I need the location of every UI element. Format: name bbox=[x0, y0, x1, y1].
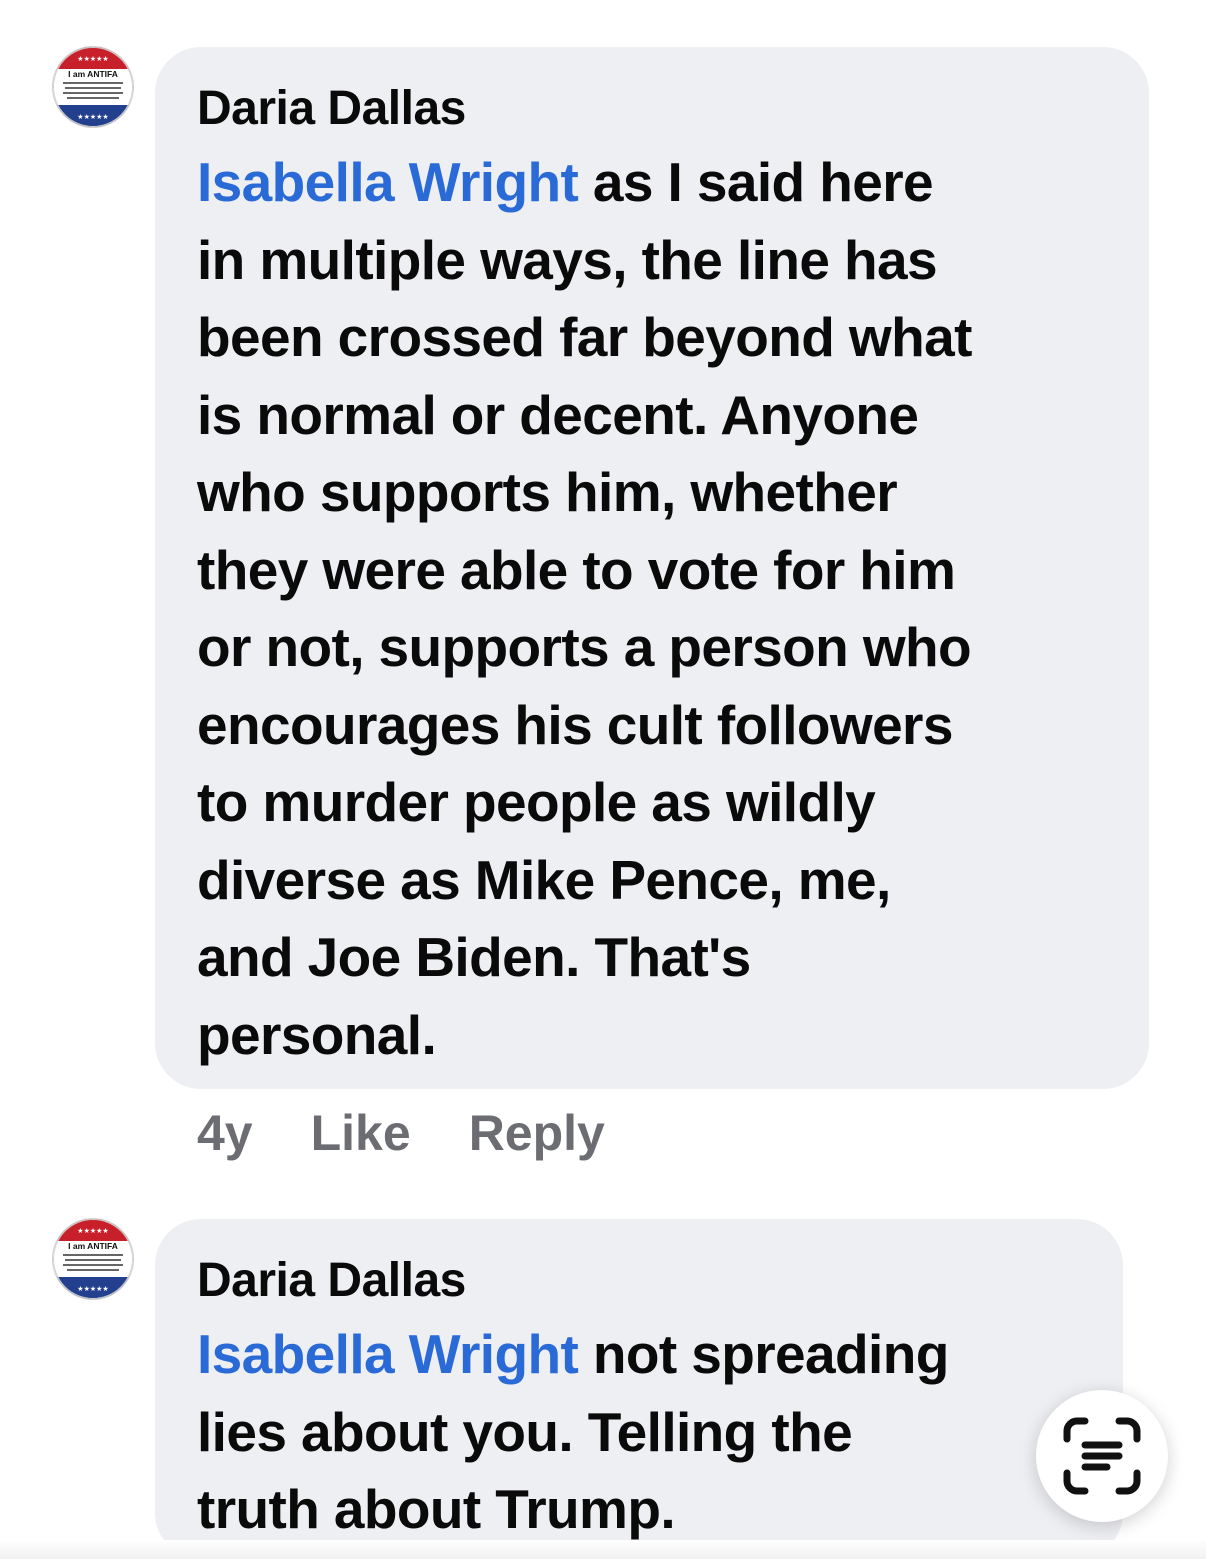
comment-line: lies about you. Telling the bbox=[197, 1400, 853, 1463]
comment-bubble: Daria Dallas Isabella Wright as I said h… bbox=[155, 47, 1149, 1089]
comment-line: in multiple ways, the line has bbox=[197, 228, 938, 291]
avatar[interactable]: ★★★★★ ★★★★★ I am ANTIFA bbox=[53, 47, 133, 127]
like-button[interactable]: Like bbox=[311, 1104, 411, 1162]
comment-text: Isabella Wright not spreading lies about… bbox=[197, 1316, 1083, 1549]
comment-bubble: Daria Dallas Isabella Wright not spreadi… bbox=[155, 1219, 1123, 1559]
comment-line: truth about Trump. bbox=[197, 1478, 676, 1540]
comment-line: personal. bbox=[197, 1003, 437, 1066]
svg-text:★★★★★: ★★★★★ bbox=[77, 1227, 108, 1235]
comment-text: Isabella Wright as I said here in multip… bbox=[197, 144, 1109, 1074]
comment-line: been crossed far beyond what bbox=[197, 306, 972, 368]
live-text-scan-icon bbox=[1063, 1417, 1141, 1495]
avatar[interactable]: ★★★★★ ★★★★★ I am ANTIFA bbox=[53, 1219, 133, 1299]
avatar-badge-text: I am ANTIFA bbox=[68, 1241, 118, 1251]
svg-text:★★★★★: ★★★★★ bbox=[77, 113, 108, 121]
comment-line: encourages his cult followers bbox=[197, 693, 953, 756]
comment-line: is normal or decent. Anyone bbox=[197, 383, 919, 446]
comment-timestamp[interactable]: 4y bbox=[197, 1104, 253, 1162]
bottom-edge bbox=[0, 1540, 1206, 1559]
mention-link[interactable]: Isabella Wright bbox=[197, 1323, 579, 1385]
svg-text:★★★★★: ★★★★★ bbox=[77, 55, 108, 63]
live-text-button[interactable] bbox=[1036, 1390, 1168, 1522]
comment-line: as I said here bbox=[592, 151, 934, 213]
reply-button[interactable]: Reply bbox=[469, 1104, 605, 1162]
comment-author[interactable]: Daria Dallas bbox=[197, 79, 1109, 139]
comment-line: they were able to vote for him bbox=[197, 538, 956, 601]
avatar-badge-text: I am ANTIFA bbox=[68, 69, 118, 79]
comment-author[interactable]: Daria Dallas bbox=[197, 1251, 1083, 1311]
comment-line: not spreading bbox=[592, 1323, 949, 1385]
comment-actions: 4y Like Reply bbox=[197, 1104, 605, 1162]
campaign-button-avatar-icon: ★★★★★ ★★★★★ I am ANTIFA bbox=[53, 47, 133, 127]
comment-line: to murder people as wildly bbox=[197, 771, 876, 833]
comment-line: and Joe Biden. That's bbox=[197, 926, 751, 988]
campaign-button-avatar-icon: ★★★★★ ★★★★★ I am ANTIFA bbox=[53, 1219, 133, 1299]
mention-link[interactable]: Isabella Wright bbox=[197, 151, 579, 213]
svg-text:★★★★★: ★★★★★ bbox=[77, 1285, 108, 1293]
comment-line: diverse as Mike Pence, me, bbox=[197, 848, 891, 911]
comment-line: who supports him, whether bbox=[197, 461, 898, 523]
comment-line: or not, supports a person who bbox=[197, 616, 972, 678]
